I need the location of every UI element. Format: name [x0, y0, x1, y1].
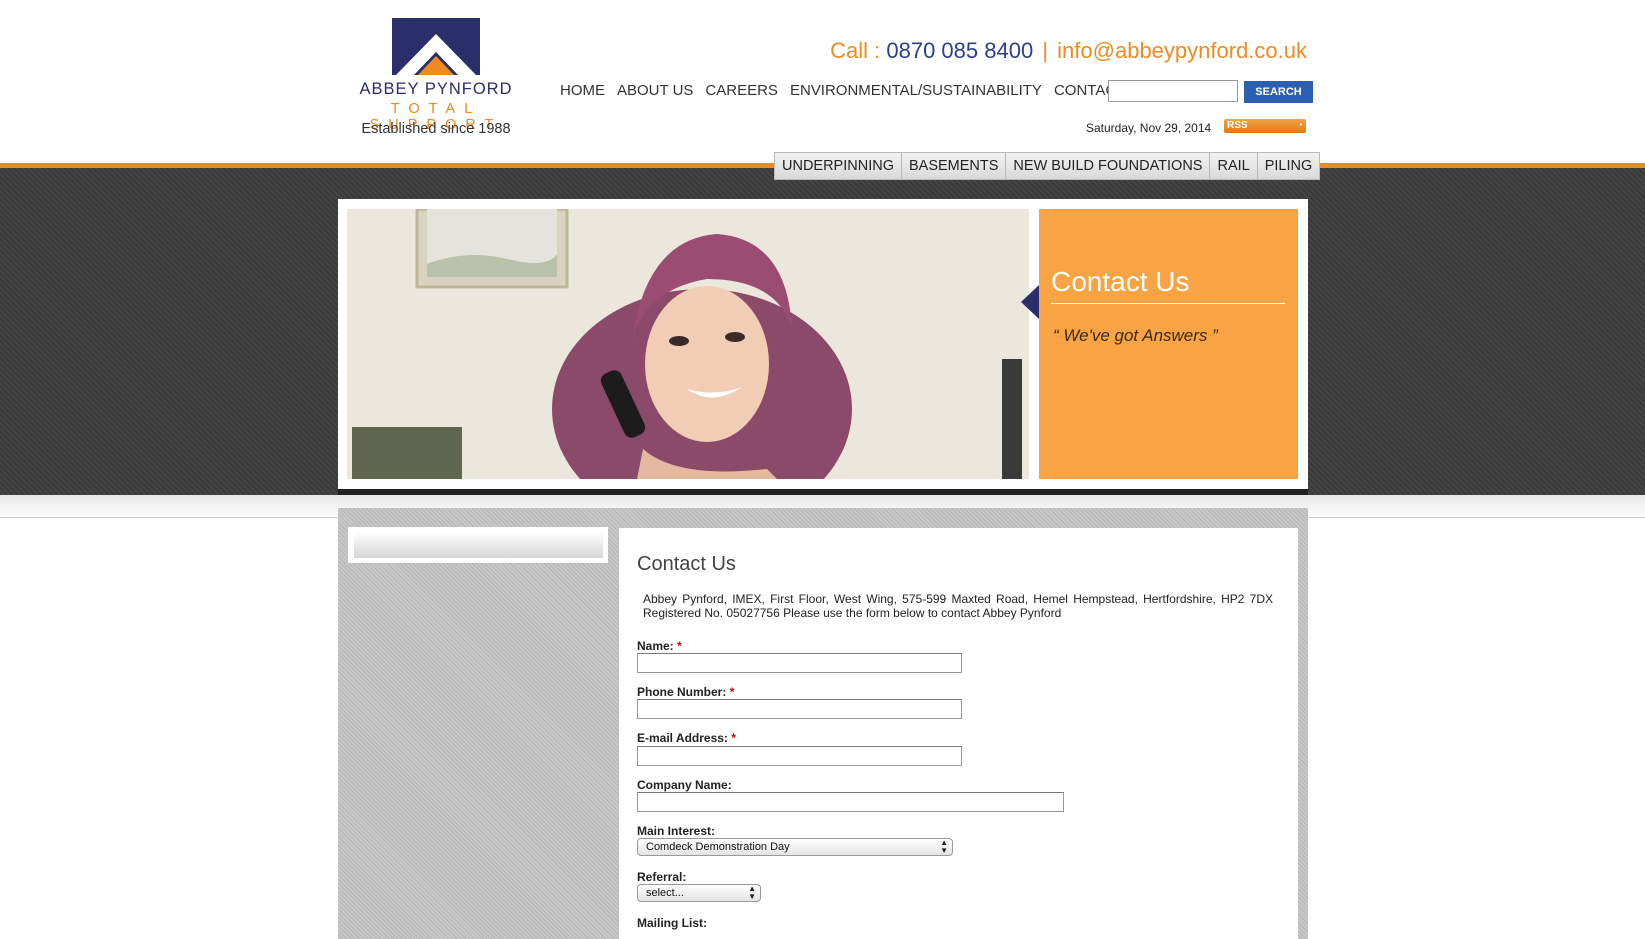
top-nav: HOME ABOUT US CAREERS ENVIRONMENTAL/SUST… — [560, 82, 1137, 99]
nav-careers[interactable]: CAREERS — [705, 82, 778, 99]
call-label: Call : — [830, 38, 881, 63]
nav-about-us[interactable]: ABOUT US — [617, 82, 693, 99]
email-label-text: E-mail Address: — [637, 731, 728, 745]
current-date: Saturday, Nov 29, 2014 — [1086, 121, 1212, 135]
referral-select[interactable]: select... ▲ ▼ — [637, 884, 761, 902]
contact-line: Call : 0870 085 8400 | info@abbeypynford… — [830, 38, 1307, 64]
service-nav: UNDERPINNING BASEMENTS NEW BUILD FOUNDAT… — [774, 152, 1321, 180]
email-field[interactable] — [637, 746, 962, 766]
logo[interactable]: ABBEY PYNFORD TOTAL SUPPORT Established … — [336, 18, 536, 138]
name-field[interactable] — [637, 653, 962, 673]
service-tab-new-build-foundations[interactable]: NEW BUILD FOUNDATIONS — [1006, 153, 1211, 179]
phone-label-text: Phone Number: — [637, 685, 727, 699]
service-tab-rail[interactable]: RAIL — [1210, 153, 1258, 179]
required-mark: * — [729, 685, 735, 699]
logo-name: ABBEY PYNFORD — [359, 80, 513, 98]
nav-home[interactable]: HOME — [560, 82, 605, 99]
phone-label: Phone Number: * — [637, 685, 734, 699]
select-arrows-icon: ▲ ▼ — [940, 838, 948, 855]
email-label: E-mail Address: * — [637, 731, 736, 745]
hero-rule — [1051, 303, 1285, 304]
hero-pointer-icon — [1021, 285, 1039, 319]
phone-field[interactable] — [637, 699, 962, 719]
rss-feed-icon: ◔ — [1296, 120, 1303, 131]
interest-label: Main Interest: — [637, 824, 716, 838]
hero-photo — [347, 209, 1029, 479]
search-input[interactable] — [1108, 80, 1238, 102]
company-label: Company Name: — [637, 778, 732, 792]
company-field[interactable] — [637, 792, 1064, 812]
hero-title: Contact Us — [1051, 266, 1190, 297]
phone-number[interactable]: 0870 085 8400 — [886, 38, 1033, 63]
interest-select[interactable]: Comdeck Demonstration Day ▲ ▼ — [637, 838, 953, 856]
select-arrows-icon: ▲ ▼ — [748, 884, 756, 901]
email-link[interactable]: info@abbeypynford.co.uk — [1057, 38, 1307, 63]
contact-separator: | — [1042, 38, 1049, 63]
hero-quote: “ We've got Answers ” — [1053, 326, 1218, 345]
rss-button[interactable]: RSS ◔ — [1224, 119, 1306, 133]
logo-established: Established since 1988 — [361, 121, 511, 137]
mailing-list-label: Mailing List: — [637, 916, 707, 930]
search-button[interactable]: SEARCH — [1244, 81, 1313, 103]
referral-select-value: select... — [646, 887, 684, 899]
service-tab-underpinning[interactable]: UNDERPINNING — [775, 153, 902, 179]
logo-mark — [392, 18, 480, 75]
name-label: Name: * — [637, 639, 682, 653]
required-mark: * — [677, 639, 682, 653]
interest-select-value: Comdeck Demonstration Day — [646, 841, 790, 853]
sidebar-header — [354, 532, 603, 558]
page-title: Contact Us — [637, 553, 736, 575]
referral-label: Referral: — [637, 870, 687, 884]
nav-environmental-sustainability[interactable]: ENVIRONMENTAL/SUSTAINABILITY — [790, 82, 1042, 99]
hero-bottom-bar — [338, 489, 1308, 495]
service-tab-basements[interactable]: BASEMENTS — [901, 153, 1007, 179]
address-text: Abbey Pynford, IMEX, First Floor, West W… — [643, 592, 1273, 620]
name-label-text: Name: — [637, 639, 674, 653]
service-tab-piling[interactable]: PILING — [1257, 153, 1320, 179]
rss-label: RSS — [1227, 120, 1248, 131]
required-mark: * — [731, 731, 736, 745]
